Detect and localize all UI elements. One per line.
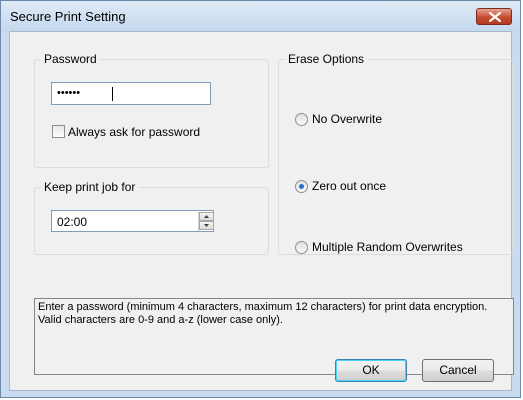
dialog-window: Secure Print Setting Password •••••• Alw… (0, 0, 521, 398)
keep-print-job-group: Keep print job for 02:00 (34, 180, 269, 255)
description-line-1: Enter a password (minimum 4 characters, … (38, 301, 488, 313)
radio-multiple-random-label[interactable]: Multiple Random Overwrites (312, 240, 463, 254)
ok-button[interactable]: OK (335, 359, 407, 382)
password-group: Password •••••• Always ask for password (34, 52, 269, 168)
close-icon (489, 12, 501, 22)
erase-options-group: Erase Options No Overwrite Zero out once… (278, 52, 513, 255)
spin-down-button[interactable] (199, 221, 214, 230)
radio-no-overwrite-label[interactable]: No Overwrite (312, 112, 382, 126)
always-ask-checkbox[interactable] (52, 125, 65, 138)
password-group-label: Password (41, 52, 100, 66)
dialog-body: Password •••••• Always ask for password … (9, 31, 514, 391)
spin-up-button[interactable] (199, 212, 214, 221)
radio-no-overwrite[interactable] (295, 113, 308, 126)
password-value: •••••• (57, 87, 81, 99)
radio-zero-out-once[interactable] (295, 180, 308, 193)
title-bar[interactable]: Secure Print Setting (1, 1, 520, 31)
password-input[interactable]: •••••• (51, 82, 211, 105)
always-ask-label[interactable]: Always ask for password (68, 125, 200, 139)
keep-time-value: 02:00 (57, 215, 88, 229)
text-cursor (112, 87, 113, 101)
erase-options-label: Erase Options (285, 52, 368, 66)
time-spinner[interactable] (198, 212, 214, 231)
radio-zero-out-once-label[interactable]: Zero out once (312, 179, 386, 193)
keep-print-job-label: Keep print job for (41, 180, 139, 194)
keep-time-input[interactable]: 02:00 (51, 210, 214, 232)
close-button[interactable] (476, 8, 512, 25)
cancel-button[interactable]: Cancel (422, 359, 494, 382)
description-line-2: Valid characters are 0-9 and a-z (lower … (38, 314, 283, 326)
radio-multiple-random[interactable] (295, 241, 308, 254)
dialog-title: Secure Print Setting (10, 9, 126, 24)
spin-up-icon (204, 215, 209, 218)
spin-down-icon (204, 224, 209, 227)
